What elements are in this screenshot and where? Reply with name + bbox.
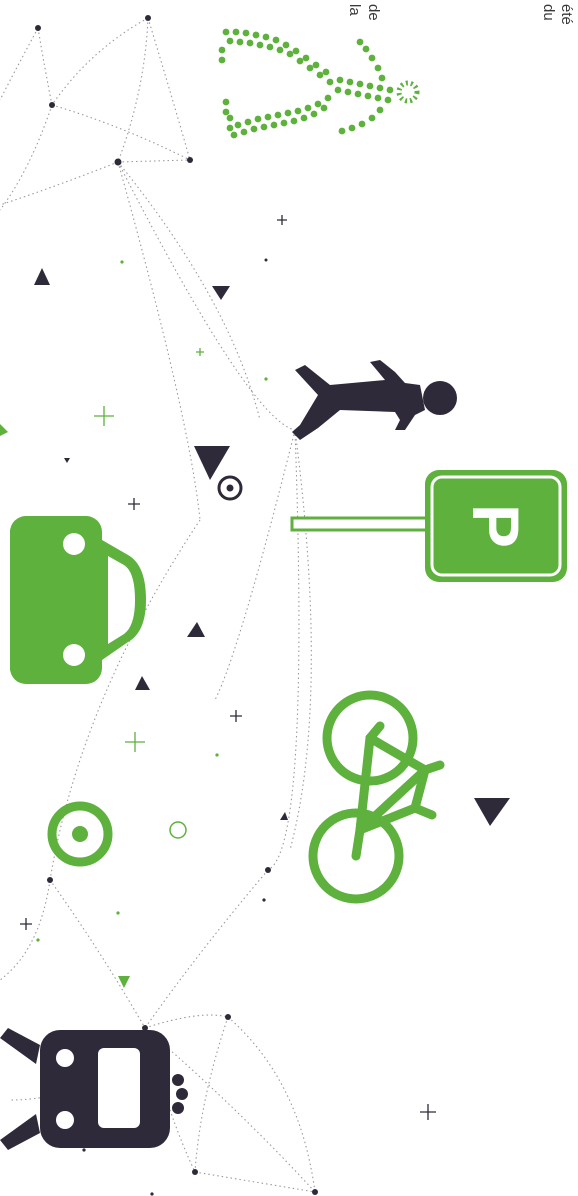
train-icon [0, 1028, 188, 1150]
illustration-page: été du de la P [0, 0, 578, 1196]
target-icon [47, 801, 113, 867]
parking-letter: P [459, 504, 533, 548]
pedestrian-icon [292, 360, 457, 440]
car-icon [10, 516, 146, 684]
parking-sign-icon: P [290, 470, 567, 582]
dotted-pedestrian-icon [218, 28, 420, 139]
bicycle-icon [308, 690, 445, 904]
small-target-icon [217, 475, 243, 501]
illustration-canvas: P [0, 15, 567, 1196]
